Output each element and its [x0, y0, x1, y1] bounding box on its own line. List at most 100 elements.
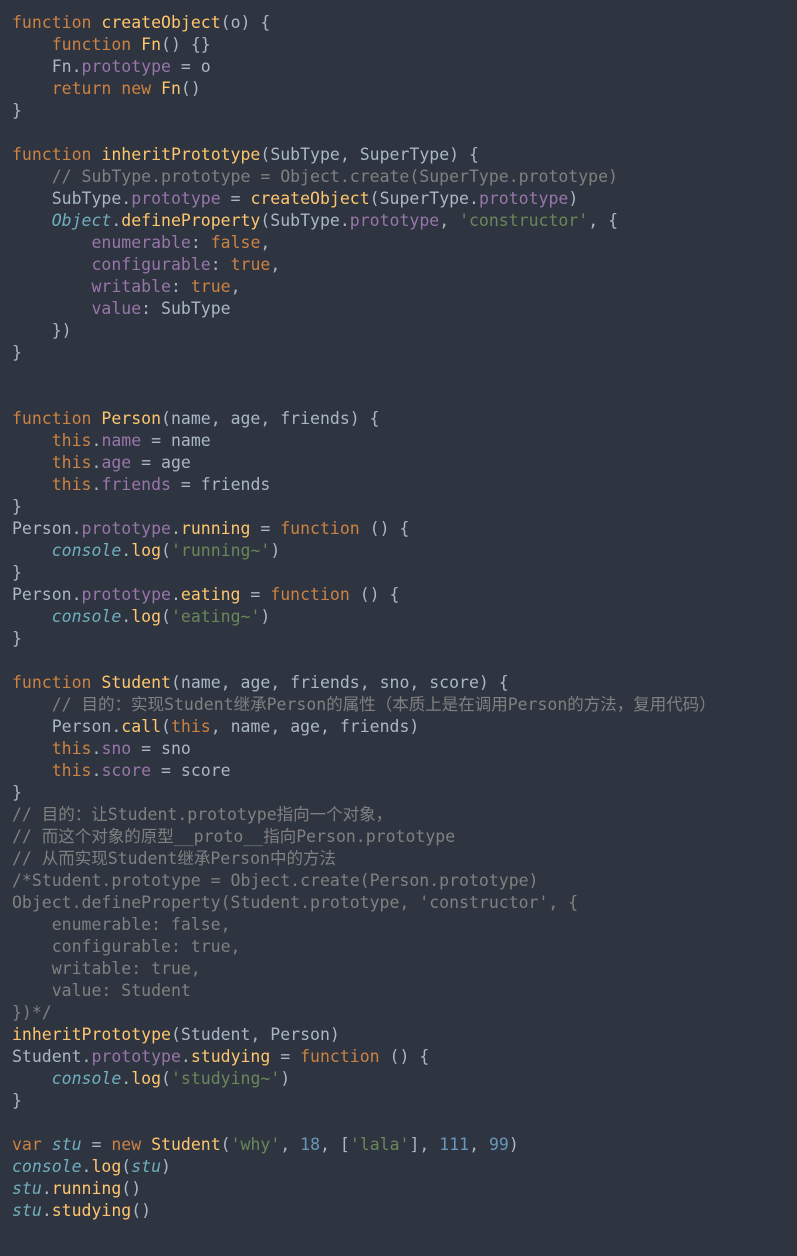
code-token: this	[52, 475, 92, 494]
code-token: prototype	[350, 211, 439, 230]
code-token	[12, 233, 91, 252]
code-token	[42, 1135, 52, 1154]
code-token: // 从而实现Student继承Person中的方法	[12, 849, 336, 868]
code-token: 'eating~'	[171, 607, 260, 626]
code-token	[151, 79, 161, 98]
code-token: ,	[270, 255, 280, 274]
code-token: ,	[340, 145, 360, 164]
code-token: // 目的：让Student.prototype指向一个对象，	[12, 805, 392, 824]
code-token: stu	[52, 1135, 82, 1154]
code-token: .	[92, 739, 102, 758]
code-token: sno	[101, 739, 131, 758]
code-token: SuperType	[360, 145, 449, 164]
code-token: Person	[101, 409, 161, 428]
code-token: }	[12, 783, 22, 802]
code-token: .	[92, 453, 102, 472]
code-token: console	[12, 1157, 82, 1176]
code-token: 99	[489, 1135, 509, 1154]
code-token	[12, 79, 52, 98]
code-token: /*Student.prototype = Object.create(Pers…	[12, 871, 539, 890]
code-token	[12, 541, 52, 560]
code-token: , name, age, friends)	[211, 717, 420, 736]
code-token: this	[52, 453, 92, 472]
code-token: (	[221, 1135, 231, 1154]
code-token	[12, 35, 52, 54]
code-token: function	[300, 1047, 379, 1066]
code-token: 111	[439, 1135, 469, 1154]
code-token: (	[161, 607, 171, 626]
code-token: )	[270, 541, 280, 560]
code-token: = name	[141, 431, 211, 450]
code-token: o	[231, 13, 241, 32]
code-token	[12, 739, 52, 758]
code-token: studying	[52, 1201, 131, 1220]
code-token: configurable	[91, 255, 210, 274]
code-token: = friends	[171, 475, 270, 494]
code-token	[111, 79, 121, 98]
code-token: console	[52, 607, 122, 626]
code-token: this	[52, 761, 92, 780]
code-token: })*/	[12, 1003, 52, 1022]
code-token: console	[52, 541, 122, 560]
code-token	[91, 673, 101, 692]
code-token: function	[280, 519, 359, 538]
code-token: writable	[91, 277, 170, 296]
code-token: :	[191, 233, 211, 252]
code-token: )	[568, 189, 578, 208]
code-token: new	[111, 1135, 141, 1154]
code-token: true	[191, 277, 231, 296]
code-token: (name, age, friends, sno, score) {	[171, 673, 509, 692]
code-token	[91, 13, 101, 32]
code-token: () {}	[161, 35, 211, 54]
code-token: log	[91, 1157, 121, 1176]
code-token	[12, 277, 91, 296]
code-token: log	[131, 607, 161, 626]
code-token: .	[92, 431, 102, 450]
code-token: running	[181, 519, 251, 538]
code-token	[12, 299, 91, 318]
code-token	[141, 1135, 151, 1154]
code-token	[91, 145, 101, 164]
code-token: =	[221, 189, 251, 208]
code-token: this	[171, 717, 211, 736]
code-token: = o	[171, 57, 211, 76]
code-token: =	[82, 1135, 112, 1154]
code-token: writable: true,	[12, 959, 201, 978]
code-token: }	[12, 1091, 22, 1110]
code-token: ],	[409, 1135, 439, 1154]
code-token: Student	[151, 1135, 221, 1154]
code-token: }	[12, 563, 22, 582]
code-token: .	[111, 211, 121, 230]
code-token: Fn	[161, 79, 181, 98]
code-token: .	[92, 761, 102, 780]
code-token: var	[12, 1135, 42, 1154]
code-token: )	[161, 1157, 171, 1176]
code-token: SubType.	[12, 189, 131, 208]
code-token: defineProperty	[121, 211, 260, 230]
code-token: // 而这个对象的原型__proto__指向Person.prototype	[12, 827, 455, 846]
code-token: .	[42, 1201, 52, 1220]
code-token: prototype	[82, 57, 171, 76]
code-token: , {	[588, 211, 618, 230]
code-token: Student	[101, 673, 171, 692]
code-token: Fn	[141, 35, 161, 54]
code-token: true	[231, 255, 271, 274]
code-token: Object	[52, 211, 112, 230]
code-token: ,	[439, 211, 459, 230]
code-token: ()	[131, 1201, 151, 1220]
code-token: (Student, Person)	[171, 1025, 340, 1044]
code-token: ) {	[449, 145, 479, 164]
code-token: console	[52, 1069, 122, 1088]
code-token	[12, 211, 52, 230]
code-token: })	[12, 321, 72, 340]
code-token: .	[171, 519, 181, 538]
code-token: prototype	[82, 585, 171, 604]
code-token: =	[241, 585, 271, 604]
code-token: )	[280, 1069, 290, 1088]
code-token: Person.	[12, 717, 121, 736]
code-token	[12, 453, 52, 472]
code-token: =	[270, 1047, 300, 1066]
code-token	[12, 167, 52, 186]
code-token: createObject	[250, 189, 369, 208]
code-token: Person.	[12, 519, 82, 538]
